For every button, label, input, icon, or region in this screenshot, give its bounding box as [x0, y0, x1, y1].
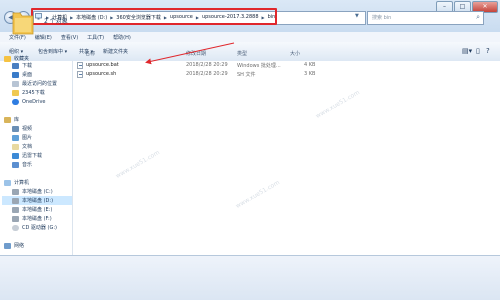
preview-pane-icon[interactable]: ▯: [476, 47, 480, 55]
file-list: www.xue51.com www.xue51.com www.xue51.co…: [73, 61, 500, 255]
search-input[interactable]: 搜索 bin ⌕: [367, 11, 484, 25]
cd-drive-icon: [12, 224, 19, 231]
sidebar-item-2345-downloads[interactable]: 2345下载: [12, 88, 45, 97]
menu-tools[interactable]: 工具(T): [87, 34, 104, 41]
sidebar-item-documents[interactable]: 文档: [12, 142, 32, 151]
sidebar-item-pictures[interactable]: 图片: [12, 133, 32, 142]
file-date: 2018/2/28 20:29: [186, 62, 228, 68]
sidebar-item-recent[interactable]: 最近访问的位置: [12, 79, 57, 88]
file-rows: upsource.bat 2018/2/28 20:29 Windows 批处理…: [75, 61, 325, 81]
file-date: 2018/2/28 20:29: [186, 71, 228, 77]
sidebar-item-drive-d[interactable]: 本地磁盘 (D:): [2, 196, 72, 205]
view-options-icon[interactable]: ▤▾: [462, 47, 472, 55]
sidebar-item-downloads[interactable]: 下载: [12, 61, 32, 70]
folder-icon: [12, 89, 19, 96]
menu-help[interactable]: 帮助(H): [113, 34, 131, 41]
include-in-library-button[interactable]: 包含到库中 ▾: [38, 48, 67, 55]
drive-icon: [12, 206, 19, 213]
desktop-icon: [12, 71, 19, 78]
sidebar-item-thunder-downloads[interactable]: 迅雷下载: [12, 151, 42, 160]
menu-view[interactable]: 查看(V): [61, 34, 78, 41]
column-size[interactable]: 大小: [290, 50, 300, 57]
star-icon: [4, 55, 11, 62]
batch-file-icon: [77, 62, 83, 69]
sidebar-item-onedrive[interactable]: OneDrive: [12, 97, 46, 106]
watermark: www.xue51.com: [314, 89, 361, 120]
cloud-icon: [12, 98, 19, 105]
sidebar-item-drive-f[interactable]: 本地磁盘 (F:): [12, 214, 52, 223]
help-icon[interactable]: ?: [486, 47, 490, 55]
drive-icon: [12, 197, 19, 204]
sidebar-item-music[interactable]: 音乐: [12, 160, 32, 169]
column-date[interactable]: 修改日期: [186, 50, 206, 57]
download-folder-icon: [12, 62, 19, 69]
picture-icon: [12, 134, 19, 141]
search-placeholder: 搜索 bin: [372, 15, 392, 21]
table-row[interactable]: upsource.sh 2018/2/28 20:29 SH 文件 3 KB: [75, 70, 320, 79]
watermark: www.xue51.com: [114, 149, 161, 180]
computer-icon: [4, 179, 11, 186]
network-icon: [4, 242, 11, 249]
column-header: 名称 修改日期 类型 大小: [73, 44, 313, 57]
drive-icon: [12, 188, 19, 195]
column-type[interactable]: 类型: [237, 50, 247, 57]
sidebar-computer[interactable]: 计算机: [4, 178, 29, 187]
navigation-pane: 收藏夹 下载 桌面 最近访问的位置 2345下载 OneDrive 库 视频 图…: [0, 55, 73, 255]
table-row[interactable]: upsource.bat 2018/2/28 20:29 Windows 批处理…: [75, 61, 320, 70]
sidebar-item-drive-c[interactable]: 本地磁盘 (C:): [12, 187, 53, 196]
library-icon: [4, 116, 11, 123]
item-count: 2 个对象: [44, 18, 68, 25]
folder-icon: [12, 9, 34, 35]
drive-icon: [12, 215, 19, 222]
sidebar-item-drive-e[interactable]: 本地磁盘 (E:): [12, 205, 52, 214]
file-type: Windows 批处理...: [237, 63, 281, 69]
sidebar-item-desktop[interactable]: 桌面: [12, 70, 32, 79]
file-icon: [77, 71, 83, 78]
address-dropdown-icon[interactable]: ▼: [355, 13, 359, 19]
file-name: upsource.bat: [86, 62, 119, 68]
sidebar-network[interactable]: 网络: [4, 241, 24, 250]
recent-places-icon: [12, 80, 19, 87]
column-name[interactable]: 名称: [85, 50, 95, 57]
menu-edit[interactable]: 编辑(E): [35, 34, 52, 41]
download-icon: [12, 152, 19, 159]
sidebar-libraries[interactable]: 库: [4, 115, 19, 124]
file-size: 4 KB: [304, 62, 316, 68]
document-icon: [12, 143, 19, 150]
details-pane: [0, 255, 500, 300]
music-icon: [12, 161, 19, 168]
file-name: upsource.sh: [86, 71, 117, 77]
menu-bar: 文件(F) 编辑(E) 查看(V) 工具(T) 帮助(H): [0, 32, 500, 42]
sidebar-item-cd-drive[interactable]: CD 驱动器 (G:): [12, 223, 57, 232]
file-type: SH 文件: [237, 72, 256, 78]
watermark: www.xue51.com: [234, 179, 281, 210]
sidebar-item-videos[interactable]: 视频: [12, 124, 32, 133]
file-size: 3 KB: [304, 71, 316, 77]
video-icon: [12, 125, 19, 132]
search-icon: ⌕: [476, 13, 480, 21]
